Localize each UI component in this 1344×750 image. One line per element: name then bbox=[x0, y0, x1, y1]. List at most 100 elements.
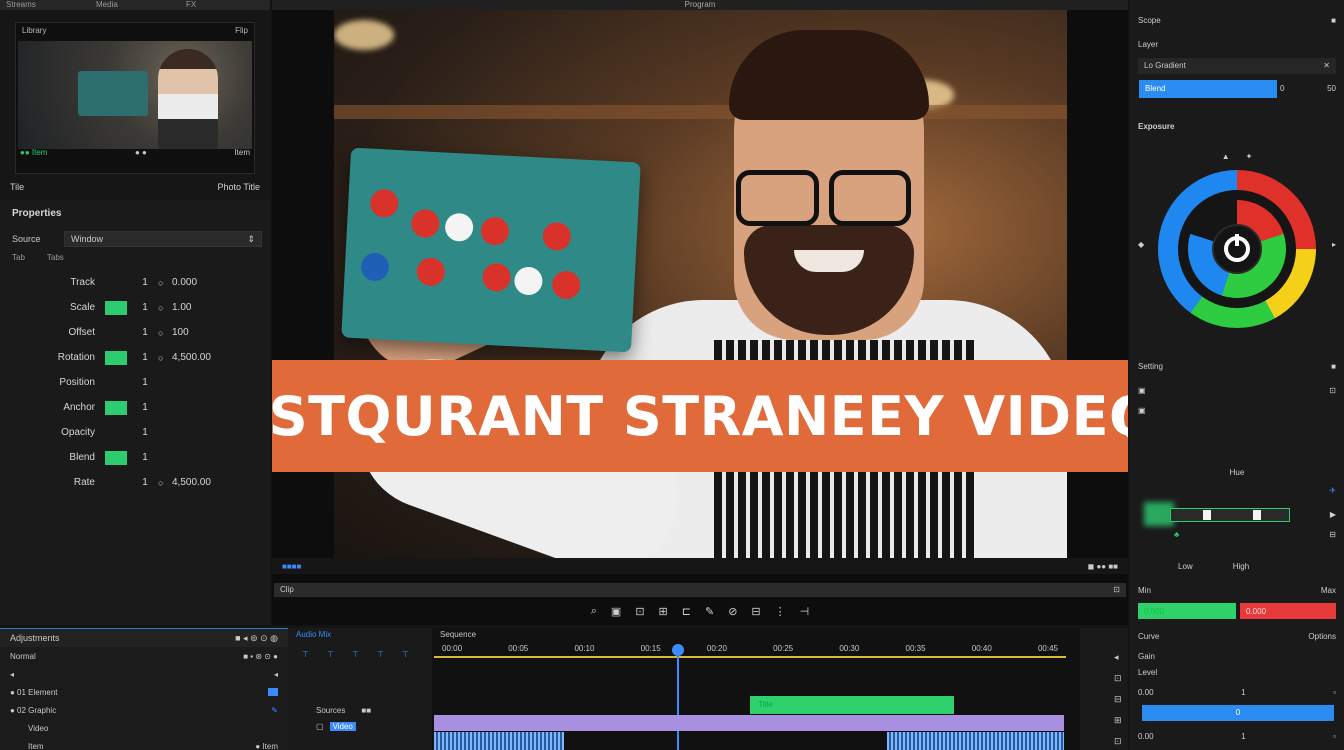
playhead[interactable] bbox=[672, 644, 684, 750]
property-keyframe[interactable]: 1 bbox=[132, 452, 158, 463]
list-item-end-label[interactable]: ● Item bbox=[255, 742, 278, 750]
property-row[interactable]: Track 1 ○ 0.000 bbox=[10, 270, 260, 295]
reset-icon[interactable]: ○ bbox=[158, 353, 172, 363]
property-row[interactable]: Anchor 1 bbox=[10, 395, 260, 420]
reset-icon[interactable]: ○ bbox=[158, 278, 172, 288]
flip-button[interactable]: Flip bbox=[235, 26, 248, 36]
property-keyframe[interactable]: 1 bbox=[132, 377, 158, 388]
property-toggle[interactable] bbox=[105, 376, 127, 390]
property-keyframe[interactable]: 1 bbox=[132, 302, 158, 313]
audio-sources-toggle[interactable]: ■■ bbox=[361, 706, 371, 715]
audio-clip[interactable] bbox=[887, 732, 1064, 750]
reset-icon[interactable]: ○ bbox=[158, 328, 172, 338]
curve-menu[interactable]: Options bbox=[1308, 632, 1336, 641]
property-toggle[interactable] bbox=[105, 400, 127, 415]
tool-icon[interactable]: ✎ bbox=[705, 605, 714, 618]
curve-value-end-2[interactable]: ▫ bbox=[1333, 732, 1336, 741]
scrub-bar[interactable]: Clip ⊡ bbox=[274, 583, 1126, 597]
subtab-tab[interactable]: Tab bbox=[12, 253, 25, 262]
tool-icon[interactable]: ⊘ bbox=[728, 605, 737, 618]
tab-fx[interactable]: FX bbox=[180, 0, 270, 10]
property-toggle[interactable] bbox=[105, 276, 127, 290]
edit-icon[interactable]: ✎ bbox=[271, 706, 278, 715]
property-value[interactable]: 4,500.00 bbox=[172, 352, 260, 363]
preview-mode-buttons[interactable]: ■■■■ bbox=[282, 562, 301, 571]
tool-icon[interactable]: ⋮ bbox=[775, 605, 786, 618]
property-row[interactable]: Blend 1 bbox=[10, 445, 260, 470]
close-icon[interactable]: ✕ bbox=[1323, 61, 1330, 71]
blend-value[interactable]: 50 bbox=[1327, 84, 1336, 93]
list-item-icons[interactable]: ■ ▪ ⊛ ⊙ ● bbox=[243, 652, 278, 661]
list-item[interactable]: ◂ ◂ bbox=[0, 665, 288, 683]
tool-icon[interactable]: ⊞ bbox=[659, 605, 668, 618]
title-banner[interactable]: DESTQURANT STRANEEY VIDEO bbox=[272, 360, 1128, 472]
title-clip[interactable]: Title bbox=[750, 696, 954, 714]
curve-value-b[interactable]: 1 bbox=[1241, 688, 1245, 697]
scope-toggle[interactable]: ■ bbox=[1331, 16, 1336, 25]
property-toggle[interactable] bbox=[105, 300, 127, 315]
list-item[interactable]: Item ● Item bbox=[0, 737, 288, 750]
audio-channels[interactable]: ⊤ ⊤ ⊤ ⊤ ⊤ bbox=[302, 650, 409, 659]
list-item[interactable]: Normal ■ ▪ ⊛ ⊙ ● bbox=[0, 647, 288, 665]
expand-icon[interactable]: ⊟ bbox=[1329, 530, 1336, 539]
arrow-up-icon[interactable]: ▲ bbox=[1222, 152, 1230, 161]
color-wheel[interactable] bbox=[1158, 170, 1316, 328]
property-value[interactable]: 1.00 bbox=[172, 302, 260, 313]
setting-item-2[interactable]: ▣ bbox=[1138, 406, 1146, 415]
list-item-arrow[interactable]: ◂ bbox=[10, 670, 14, 679]
property-value[interactable]: 4,500.00 bbox=[172, 477, 260, 488]
setting-item[interactable]: ▣ bbox=[1138, 386, 1146, 395]
power-icon[interactable] bbox=[1212, 224, 1262, 274]
property-value[interactable]: 0.000 bbox=[172, 277, 260, 288]
tool-icon[interactable]: ⊏ bbox=[682, 605, 691, 618]
pin-icon[interactable]: ✈ bbox=[1329, 486, 1336, 495]
tool-icon[interactable]: ⊣ bbox=[800, 605, 810, 618]
curve-value-end[interactable]: ▫ bbox=[1333, 688, 1336, 697]
property-row[interactable]: Opacity 1 bbox=[10, 420, 260, 445]
max-value-bar[interactable]: 0.000 bbox=[1240, 603, 1336, 619]
play-icon[interactable]: ▶ bbox=[1330, 510, 1336, 519]
property-value[interactable]: 100 bbox=[172, 327, 260, 338]
tile-button[interactable]: Tile bbox=[10, 182, 24, 192]
arrow-right-icon[interactable]: ▸ bbox=[1332, 240, 1336, 249]
min-value-bar[interactable]: 0.000 bbox=[1138, 603, 1236, 619]
list-item-end[interactable]: ◂ bbox=[274, 670, 278, 679]
property-row[interactable]: Scale 1 ○ 1.00 bbox=[10, 295, 260, 320]
list-item-check[interactable] bbox=[268, 688, 278, 696]
audio-video-icon[interactable]: ▢ bbox=[316, 722, 324, 731]
source-select[interactable]: Window ⇕ bbox=[64, 231, 262, 247]
curve-blue-bar[interactable]: 0 bbox=[1142, 705, 1334, 721]
curve-value-d[interactable]: 1 bbox=[1241, 732, 1245, 741]
property-row[interactable]: Rotation 1 ○ 4,500.00 bbox=[10, 345, 260, 370]
tool-icon[interactable]: ⊡ bbox=[635, 605, 644, 618]
reset-icon[interactable]: ○ bbox=[158, 478, 172, 488]
setting-item-end[interactable]: ⊡ bbox=[1329, 386, 1336, 395]
property-keyframe[interactable]: 1 bbox=[132, 277, 158, 288]
property-keyframe[interactable]: 1 bbox=[132, 402, 158, 413]
video-frame[interactable] bbox=[334, 10, 1067, 558]
property-toggle[interactable] bbox=[105, 476, 127, 490]
source-transport[interactable]: ● ● bbox=[135, 148, 147, 157]
property-row[interactable]: Offset 1 ○ 100 bbox=[10, 320, 260, 345]
scrub-end-icon[interactable]: ⊡ bbox=[1113, 583, 1120, 597]
property-keyframe[interactable]: 1 bbox=[132, 352, 158, 363]
subtab-tabs[interactable]: Tabs bbox=[47, 253, 64, 262]
plus-icon[interactable]: ✦ bbox=[1246, 152, 1253, 161]
audio-clip[interactable] bbox=[434, 732, 564, 750]
tool-icon[interactable]: ⌕ bbox=[591, 605, 597, 618]
reset-icon[interactable]: ○ bbox=[158, 303, 172, 313]
property-row[interactable]: Rate 1 ○ 4,500.00 bbox=[10, 470, 260, 495]
property-keyframe[interactable]: 1 bbox=[132, 427, 158, 438]
tab-media[interactable]: Media bbox=[90, 0, 180, 10]
tool-icon[interactable]: ⊟ bbox=[751, 605, 760, 618]
layer-field[interactable]: Lo Gradient ✕ bbox=[1138, 58, 1336, 74]
video-clip[interactable] bbox=[434, 715, 1064, 731]
list-item[interactable]: ● 01 Element bbox=[0, 683, 288, 701]
property-row[interactable]: Position 1 bbox=[10, 370, 260, 395]
property-toggle[interactable] bbox=[105, 450, 127, 465]
adjustments-actions[interactable]: ■ ◂ ⊚ ⊙ ◍ bbox=[235, 633, 278, 643]
property-keyframe[interactable]: 1 bbox=[132, 327, 158, 338]
curve-value-a[interactable]: 0.00 bbox=[1138, 688, 1154, 697]
property-keyframe[interactable]: 1 bbox=[132, 477, 158, 488]
source-monitor[interactable]: Library Flip ●● Item ● ● Item bbox=[15, 22, 255, 174]
